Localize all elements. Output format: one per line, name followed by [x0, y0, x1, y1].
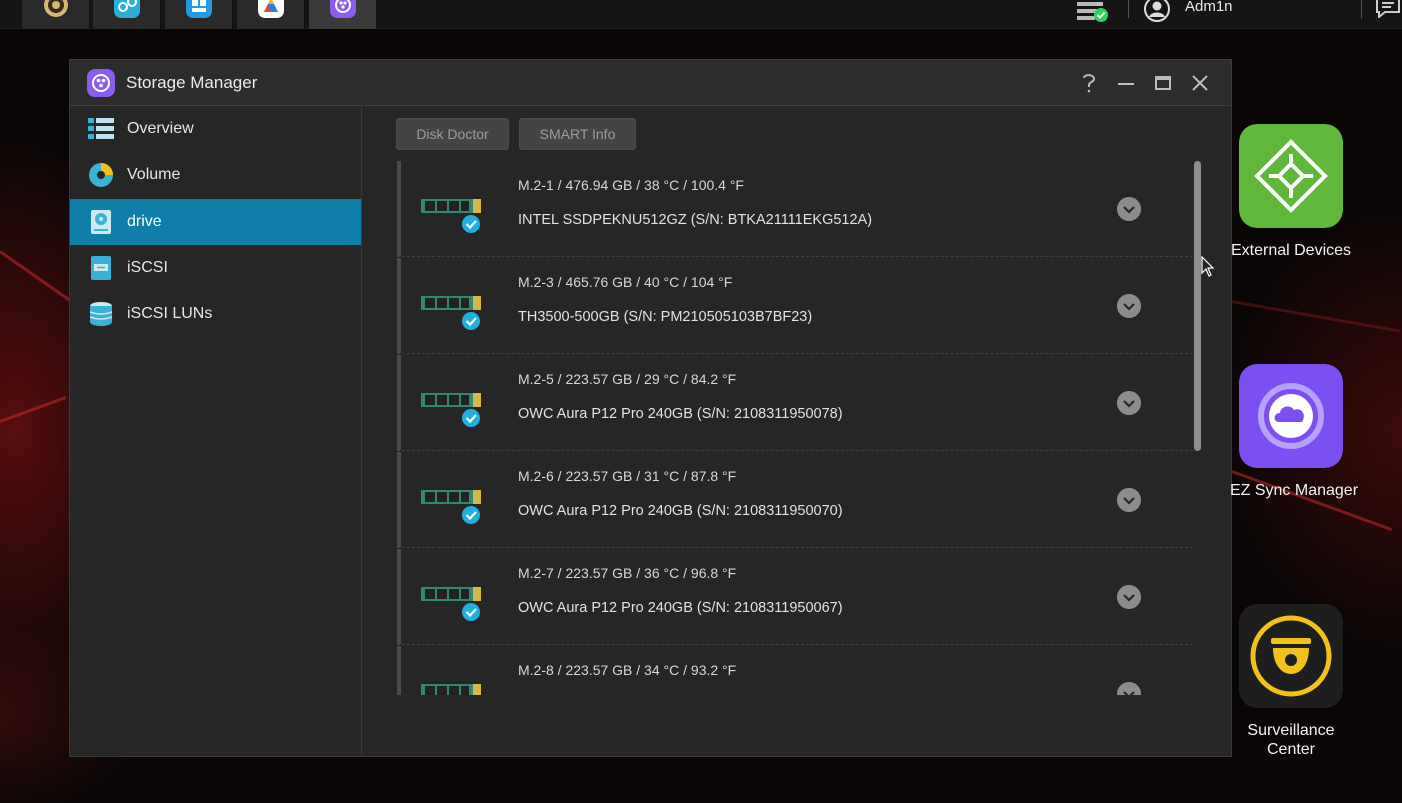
ez-sync-manager-label[interactable]: EZ Sync Manager: [1229, 482, 1359, 500]
m2-ssd-icon: [421, 587, 481, 621]
drive-row[interactable]: M.2-8 / 223.57 GB / 34 °C / 93.2 °F: [397, 646, 1193, 695]
drive-summary: M.2-3 / 465.76 GB / 40 °C / 104 °F: [518, 274, 733, 290]
iscsi-icon: [91, 256, 111, 280]
m2-ssd-icon: [421, 490, 481, 524]
external-devices-label[interactable]: External Devices: [1229, 242, 1353, 260]
m2-ssd-icon: [421, 199, 481, 233]
drive-icon: [91, 210, 111, 234]
drive-summary: M.2-7 / 223.57 GB / 36 °C / 96.8 °F: [518, 565, 737, 581]
storage-manager-window: Storage Manager Overview Volume drive iS…: [69, 59, 1232, 757]
ez-sync-manager-app-icon[interactable]: [1239, 364, 1343, 468]
drive-model: INTEL SSDPEKNU512GZ (S/N: BTKA21111EKG51…: [518, 212, 873, 228]
smart-info-button[interactable]: SMART Info: [519, 118, 636, 150]
sidebar: Overview Volume drive iSCSI iSCSI LUNs: [70, 106, 362, 756]
drive-summary: M.2-5 / 223.57 GB / 29 °C / 84.2 °F: [518, 371, 737, 387]
sidebar-item-iscsi-luns[interactable]: iSCSI LUNs: [70, 291, 361, 337]
sidebar-item-volume[interactable]: Volume: [70, 152, 361, 198]
m2-ssd-icon: [421, 393, 481, 427]
chevron-down-icon[interactable]: [1117, 294, 1141, 318]
drive-summary: M.2-1 / 476.94 GB / 38 °C / 100.4 °F: [518, 177, 744, 193]
taskbar-app-drive[interactable]: [237, 0, 305, 29]
surveillance-center-label-line2[interactable]: Center: [1229, 741, 1353, 759]
drive-app-icon: [258, 0, 284, 18]
help-icon[interactable]: [1078, 72, 1100, 94]
drive-list-scrollbar[interactable]: [1193, 161, 1201, 695]
wallpaper-stripe: [0, 250, 75, 305]
window-title: Storage Manager: [126, 73, 258, 92]
mouse-cursor-icon: [1201, 256, 1215, 277]
taskbar-user-name[interactable]: Adm1n: [1185, 0, 1233, 15]
user-avatar-icon[interactable]: [1143, 0, 1171, 22]
drive-panel: Disk Doctor SMART Info M.2-1 / 476.94 GB…: [363, 106, 1231, 756]
drive-list: M.2-1 / 476.94 GB / 38 °C / 100.4 °F INT…: [397, 161, 1193, 695]
sidebar-item-label: Overview: [127, 120, 194, 137]
notification-icon[interactable]: [1375, 0, 1401, 18]
m2-ssd-icon: [421, 684, 481, 695]
maximize-icon[interactable]: [1152, 72, 1174, 94]
server-status-icon[interactable]: [1075, 0, 1111, 24]
storage-manager-logo-icon: [87, 69, 115, 97]
sidebar-item-label: iSCSI: [127, 259, 168, 276]
app-center-icon: [186, 0, 212, 18]
drive-model: TH3500-500GB (S/N: PM210505103B7BF23): [518, 309, 813, 325]
taskbar: Adm1n: [0, 0, 1402, 29]
wallpaper-stripe: [1231, 300, 1400, 333]
close-icon[interactable]: [1189, 72, 1211, 94]
minimize-icon[interactable]: [1115, 72, 1137, 94]
drive-row[interactable]: M.2-5 / 223.57 GB / 29 °C / 84.2 °F OWC …: [397, 355, 1193, 451]
sidebar-item-label: iSCSI LUNs: [127, 305, 213, 322]
sidebar-item-overview[interactable]: Overview: [70, 106, 361, 152]
chevron-down-icon[interactable]: [1117, 391, 1141, 415]
m2-ssd-icon: [421, 296, 481, 330]
sidebar-item-drive[interactable]: drive: [70, 199, 361, 245]
chevron-down-icon[interactable]: [1117, 682, 1141, 695]
drive-row[interactable]: M.2-3 / 465.76 GB / 40 °C / 104 °F TH350…: [397, 258, 1193, 354]
wallpaper-stripe: [1231, 470, 1393, 532]
taskbar-app-network[interactable]: [93, 0, 161, 29]
gear-icon: [44, 0, 68, 17]
drive-summary: M.2-6 / 223.57 GB / 31 °C / 87.8 °F: [518, 468, 737, 484]
drive-model: OWC Aura P12 Pro 240GB (S/N: 21083119500…: [518, 600, 843, 616]
disk-doctor-button[interactable]: Disk Doctor: [396, 118, 509, 150]
volume-icon: [89, 163, 113, 187]
sidebar-item-iscsi[interactable]: iSCSI: [70, 245, 361, 291]
window-titlebar[interactable]: Storage Manager: [70, 60, 1231, 106]
taskbar-divider: [1361, 0, 1362, 18]
drive-row[interactable]: M.2-6 / 223.57 GB / 31 °C / 87.8 °F OWC …: [397, 452, 1193, 548]
external-devices-app-icon[interactable]: [1239, 124, 1343, 228]
taskbar-app-center[interactable]: [165, 0, 233, 29]
drive-row[interactable]: M.2-7 / 223.57 GB / 36 °C / 96.8 °F OWC …: [397, 549, 1193, 645]
overview-icon: [88, 118, 114, 139]
drive-model: OWC Aura P12 Pro 240GB (S/N: 21083119500…: [518, 503, 843, 519]
storage-manager-icon: [330, 0, 356, 18]
chevron-down-icon[interactable]: [1117, 488, 1141, 512]
taskbar-app-storage-manager[interactable]: [309, 0, 377, 29]
taskbar-app-settings[interactable]: [22, 0, 90, 29]
drive-row[interactable]: M.2-1 / 476.94 GB / 38 °C / 100.4 °F INT…: [397, 161, 1193, 257]
sidebar-item-label: drive: [127, 213, 162, 230]
drive-model: OWC Aura P12 Pro 240GB (S/N: 21083119500…: [518, 406, 843, 422]
surveillance-center-app-icon[interactable]: [1239, 604, 1343, 708]
chevron-down-icon[interactable]: [1117, 197, 1141, 221]
iscsi-luns-icon: [89, 302, 113, 326]
sidebar-item-label: Volume: [127, 166, 181, 183]
taskbar-divider: [1128, 0, 1129, 18]
network-icon: [114, 0, 140, 18]
wallpaper-stripe: [0, 396, 67, 423]
surveillance-center-label-line1[interactable]: Surveillance: [1229, 722, 1353, 740]
chevron-down-icon[interactable]: [1117, 585, 1141, 609]
drive-summary: M.2-8 / 223.57 GB / 34 °C / 93.2 °F: [518, 662, 737, 678]
scrollbar-thumb[interactable]: [1194, 161, 1201, 451]
